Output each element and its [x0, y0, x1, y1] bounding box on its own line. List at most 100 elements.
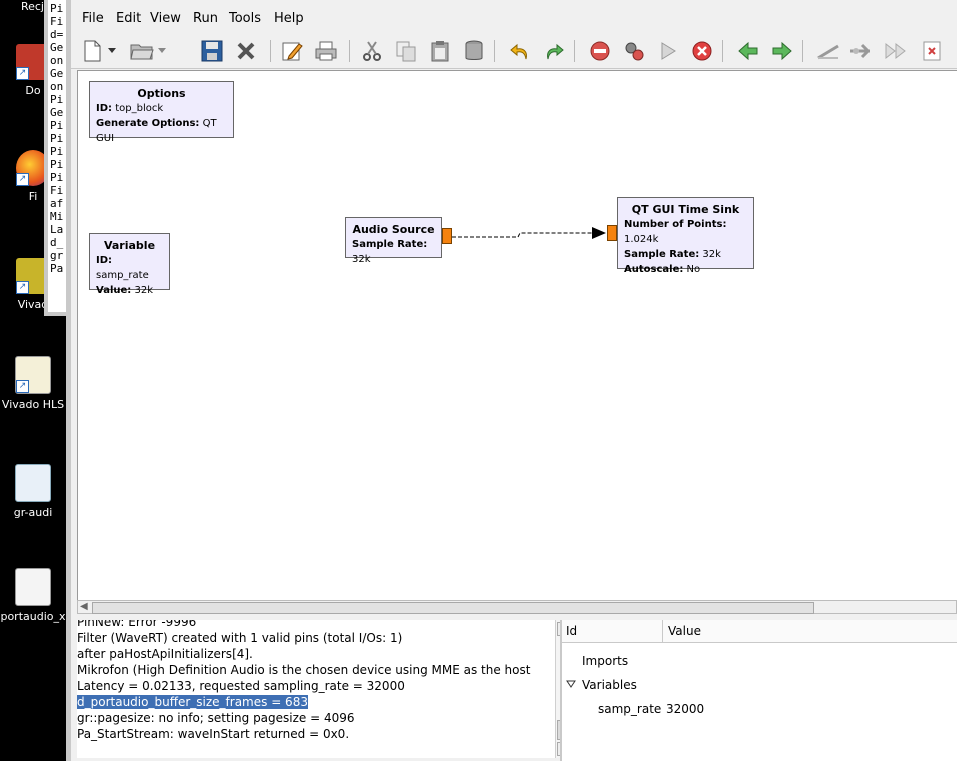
- console-line: after paHostApiInitializers[4].: [77, 647, 253, 661]
- qt-gui-time-sink-block[interactable]: QT GUI Time Sink Number of Points: 1.024…: [617, 197, 754, 275]
- tree-item-variables[interactable]: Variables: [582, 678, 637, 692]
- console-line: Latency = 0.02133, requested sampling_ra…: [77, 679, 405, 693]
- column-header-value[interactable]: Value: [668, 624, 701, 638]
- console-line: Filter (WaveRT) created with 1 valid pin…: [77, 631, 403, 645]
- fast-forward-button[interactable]: [883, 38, 909, 64]
- arrow-right-icon: [772, 41, 792, 61]
- menu-file[interactable]: File: [82, 11, 104, 26]
- cut-button[interactable]: [359, 38, 385, 64]
- save-button[interactable]: [199, 38, 225, 64]
- play-icon: [661, 42, 676, 60]
- printer-icon: [315, 41, 337, 61]
- execute-button[interactable]: [655, 38, 681, 64]
- fast-forward-icon: [885, 42, 906, 60]
- delete-button[interactable]: [461, 38, 487, 64]
- menu-edit[interactable]: Edit: [116, 11, 141, 26]
- save-icon: [201, 40, 223, 62]
- copy-button[interactable]: [393, 38, 419, 64]
- shortcut-arrow-icon: ↗: [16, 67, 29, 80]
- console-line: Pa_StartStream: waveInStart returned = 0…: [77, 727, 350, 741]
- menu-help[interactable]: Help: [274, 11, 304, 26]
- variable-row-value[interactable]: 32000: [666, 702, 704, 716]
- gears-icon: [625, 42, 644, 61]
- chevron-down-icon: [108, 48, 116, 53]
- bypass-icon: [850, 43, 871, 59]
- settings-file-icon: [15, 568, 51, 606]
- menu-run[interactable]: Run: [193, 11, 218, 26]
- clear-document-icon: [923, 41, 941, 61]
- vivado-hls-icon: ↗: [15, 356, 51, 394]
- move-left-button[interactable]: [735, 38, 761, 64]
- open-dropdown[interactable]: [155, 38, 169, 64]
- rotate-icon: [817, 44, 839, 60]
- canvas-horizontal-scrollbar[interactable]: ◀: [77, 600, 957, 614]
- undo-button[interactable]: [507, 38, 533, 64]
- redo-button[interactable]: [541, 38, 567, 64]
- rotate-ccw-button[interactable]: [815, 38, 841, 64]
- close-button[interactable]: [233, 38, 259, 64]
- toolbar: [71, 34, 957, 69]
- console-line: Mikrofon (High Definition Audio is the c…: [77, 663, 531, 677]
- connection-line[interactable]: [78, 71, 957, 601]
- rotate-cw-button[interactable]: [847, 38, 873, 64]
- console-line: gr::pagesize: no info; setting pagesize …: [77, 711, 355, 725]
- copy-icon: [396, 41, 416, 62]
- database-icon: [465, 40, 483, 60]
- tree-expander-variables[interactable]: [566, 678, 576, 692]
- menu-view[interactable]: View: [150, 11, 181, 26]
- time-sink-in-port[interactable]: [607, 225, 617, 241]
- chevron-down-icon: [158, 48, 166, 53]
- column-header-id[interactable]: Id: [566, 624, 577, 638]
- arrow-left-icon: [738, 41, 758, 61]
- new-file-icon: [84, 40, 101, 62]
- kill-button[interactable]: [689, 38, 715, 64]
- menu-tools[interactable]: Tools: [229, 11, 261, 26]
- shortcut-arrow-icon: ↗: [16, 380, 29, 393]
- properties-button[interactable]: [279, 38, 305, 64]
- move-right-button[interactable]: [769, 38, 795, 64]
- new-file-dropdown[interactable]: [105, 38, 119, 64]
- folder-open-icon: [130, 44, 154, 60]
- close-x-icon: [237, 42, 255, 60]
- grc-window: File Edit View Run Tools Help Options ID…: [66, 0, 957, 761]
- desktop-icon-vivado-hls[interactable]: ↗ Vivado HLS: [0, 356, 66, 411]
- disable-block-button[interactable]: [587, 38, 613, 64]
- desktop-icon-label: gr-audi: [13, 506, 53, 519]
- block-param-autoscale: Autoscale: No: [624, 264, 701, 275]
- undo-icon: [510, 43, 527, 60]
- scissors-icon: [363, 41, 381, 61]
- paste-button[interactable]: [427, 38, 453, 64]
- variable-table-header: Id Value: [562, 620, 957, 643]
- block-param-number-of-points: Number of Points: 1.024k: [624, 219, 727, 245]
- redo-icon: [547, 43, 564, 60]
- variable-row-name[interactable]: samp_rate: [598, 702, 661, 716]
- no-entry-icon: [590, 41, 610, 61]
- desktop-icon-portaudio[interactable]: portaudio_x: [0, 568, 66, 623]
- menubar: File Edit View Run Tools Help: [71, 8, 957, 30]
- console-line: PinNew: Error -9996: [77, 620, 197, 629]
- shortcut-arrow-icon: ↗: [16, 281, 29, 294]
- desktop-icon-gr-audio[interactable]: gr-audi: [0, 464, 66, 519]
- python-file-icon: [15, 464, 51, 502]
- flowgraph-canvas[interactable]: Options ID: top_block Generate Options: …: [77, 70, 957, 601]
- console-line-selected: d_portaudio_buffer_size_frames = 683: [77, 695, 308, 709]
- stop-icon: [692, 41, 712, 61]
- desktop-icon-label: portaudio_x: [0, 610, 66, 623]
- shortcut-arrow-icon: ↗: [16, 173, 29, 186]
- tree-item-imports[interactable]: Imports: [582, 654, 628, 668]
- block-param-sample-rate: Sample Rate: 32k: [624, 249, 721, 260]
- open-button[interactable]: [129, 38, 155, 64]
- console-output[interactable]: PinNew: Error -9996 Filter (WaveRT) crea…: [77, 620, 555, 758]
- chevron-down-icon: [566, 680, 576, 688]
- clear-console-button[interactable]: [919, 38, 945, 64]
- edit-pencil-icon: [282, 42, 303, 61]
- desktop-icon-label: Vivado HLS: [1, 398, 65, 411]
- paste-icon: [431, 41, 449, 62]
- new-file-button[interactable]: [79, 38, 105, 64]
- scroll-left-icon[interactable]: ◀: [80, 601, 88, 612]
- print-button[interactable]: [313, 38, 339, 64]
- generate-button[interactable]: [621, 38, 647, 64]
- scrollbar-thumb[interactable]: [92, 602, 814, 614]
- variable-editor-panel: Id Value Imports Variables samp_rate 320…: [560, 620, 957, 761]
- block-title: QT GUI Time Sink: [631, 203, 740, 216]
